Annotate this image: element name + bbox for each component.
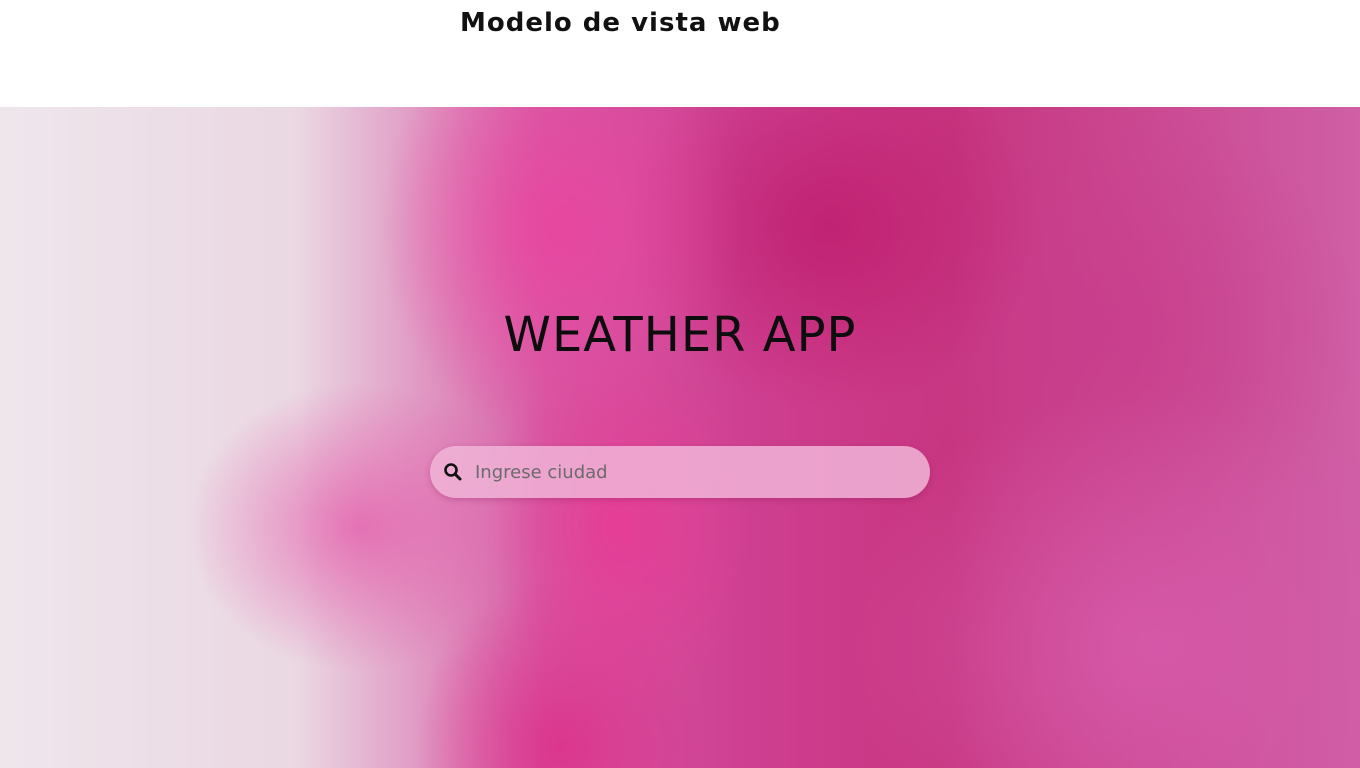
site-title: Modelo de vista web xyxy=(460,8,781,38)
app-title: WEATHER APP xyxy=(503,307,857,363)
site-header: Modelo de vista web xyxy=(0,0,1360,107)
city-search-bar[interactable] xyxy=(430,446,930,498)
hero-section: WEATHER APP xyxy=(0,107,1360,768)
city-search-input[interactable] xyxy=(475,446,915,498)
search-icon[interactable] xyxy=(443,462,463,482)
